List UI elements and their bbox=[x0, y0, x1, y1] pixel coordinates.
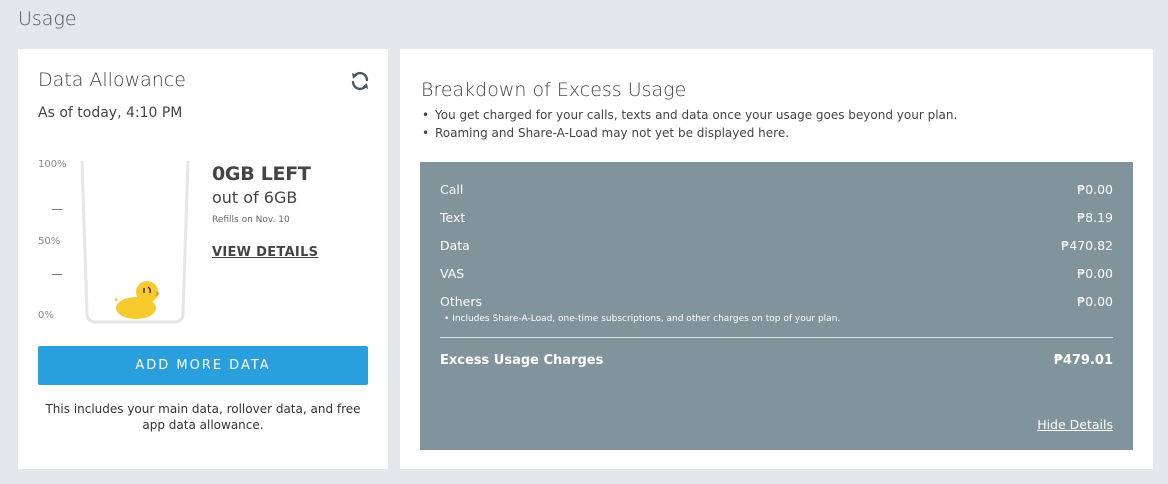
divider bbox=[440, 337, 1113, 338]
charge-label: Data bbox=[440, 238, 470, 253]
data-total: out of 6GB bbox=[212, 188, 298, 207]
total-charges-row: Excess Usage Charges ₱479.01 bbox=[440, 353, 1113, 368]
breakdown-info-list: You get charged for your calls, texts an… bbox=[421, 106, 957, 142]
info-bullet: Roaming and Share-A-Load may not yet be … bbox=[421, 124, 957, 142]
charge-value: ₱470.82 bbox=[1061, 238, 1113, 253]
total-label: Excess Usage Charges bbox=[440, 353, 604, 368]
duck-mascot-icon bbox=[114, 281, 159, 319]
hide-details-link[interactable]: Hide Details bbox=[1037, 417, 1113, 432]
breakdown-title: Breakdown of Excess Usage bbox=[421, 79, 687, 101]
data-left-amount: 0GB LEFT bbox=[212, 163, 311, 185]
others-note: • Includes Share-A-Load, one-time subscr… bbox=[444, 314, 841, 324]
gauge-label-0: 0% bbox=[38, 310, 54, 321]
data-summary: 0GB LEFT out of 6GB Refills on Nov. 10 V… bbox=[212, 163, 318, 260]
refill-date: Refills on Nov. 10 bbox=[212, 215, 290, 225]
charge-value: ₱8.19 bbox=[1077, 210, 1113, 225]
charge-row-data: Data ₱470.82 bbox=[440, 238, 1113, 253]
gauge-tick bbox=[52, 274, 62, 275]
gauge-label-50: 50% bbox=[38, 236, 61, 247]
charge-value: ₱0.00 bbox=[1077, 266, 1113, 281]
charge-row-others: Others ₱0.00 bbox=[440, 294, 1113, 309]
charge-row-text: Text ₱8.19 bbox=[440, 210, 1113, 225]
data-allowance-title: Data Allowance bbox=[38, 69, 186, 91]
total-value: ₱479.01 bbox=[1053, 353, 1113, 368]
charge-row-call: Call ₱0.00 bbox=[440, 182, 1113, 197]
charge-label: Text bbox=[440, 210, 466, 225]
as-of-timestamp: As of today, 4:10 PM bbox=[38, 105, 183, 121]
gauge-scale: 100% 50% 0% bbox=[38, 159, 78, 329]
charge-row-vas: VAS ₱0.00 bbox=[440, 266, 1113, 281]
gauge-label-100: 100% bbox=[38, 159, 67, 170]
gauge-tick bbox=[52, 209, 62, 210]
charges-panel: Call ₱0.00 Text ₱8.19 Data ₱470.82 VAS ₱… bbox=[420, 162, 1133, 450]
charge-value: ₱0.00 bbox=[1077, 294, 1113, 309]
breakdown-card: Breakdown of Excess Usage You get charge… bbox=[400, 49, 1153, 469]
charge-label: Call bbox=[440, 182, 464, 197]
view-details-link[interactable]: VIEW DETAILS bbox=[212, 245, 318, 260]
charge-value: ₱0.00 bbox=[1077, 182, 1113, 197]
charge-label: Others bbox=[440, 294, 483, 309]
data-level-cup bbox=[80, 161, 190, 324]
charge-label: VAS bbox=[440, 266, 465, 281]
allowance-note: This includes your main data, rollover d… bbox=[45, 402, 361, 432]
info-bullet: You get charged for your calls, texts an… bbox=[421, 106, 957, 124]
refresh-icon[interactable] bbox=[348, 69, 372, 93]
add-more-data-button[interactable]: ADD MORE DATA bbox=[38, 346, 368, 385]
data-allowance-card: Data Allowance As of today, 4:10 PM 100%… bbox=[18, 49, 388, 469]
page-title: Usage bbox=[18, 8, 77, 30]
